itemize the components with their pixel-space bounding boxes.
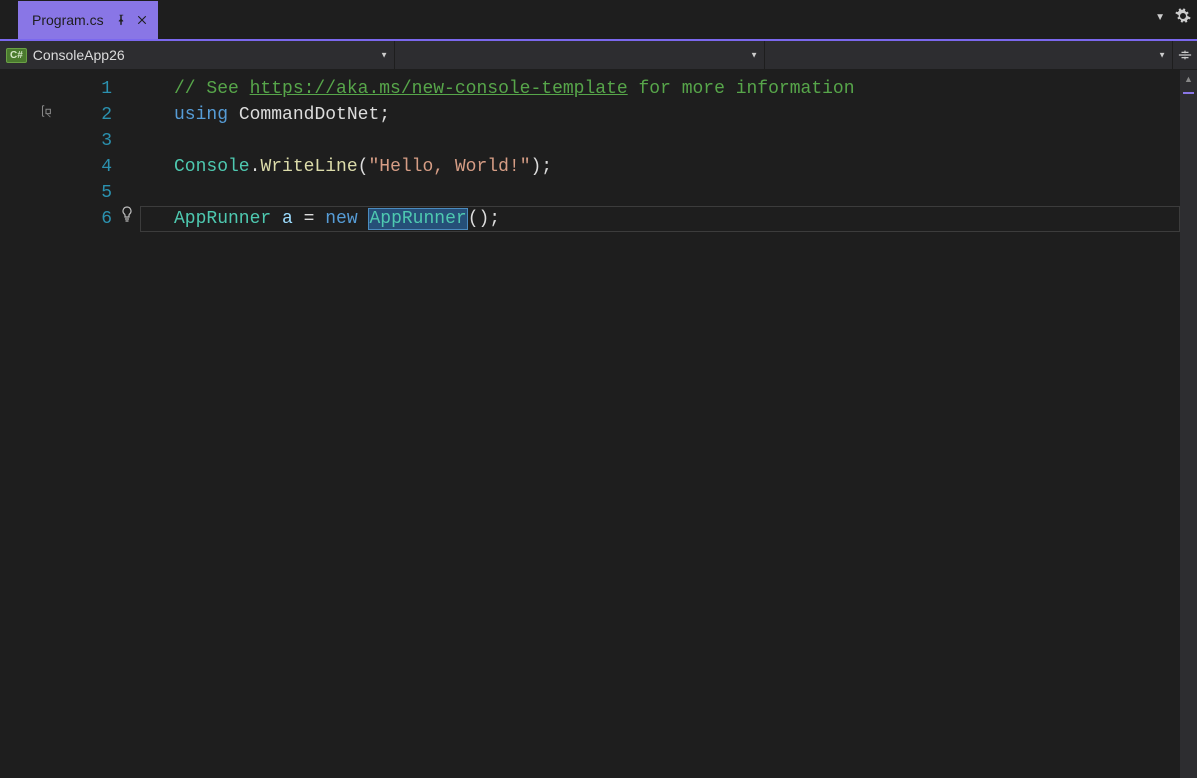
tok-type-selected: AppRunner (368, 208, 467, 230)
scope-label: ConsoleApp26 (33, 47, 125, 63)
tok-space (271, 209, 282, 229)
type-dropdown[interactable]: ▼ (395, 41, 765, 69)
tok-url[interactable]: https://aka.ms/new-console-template (250, 79, 628, 99)
csharp-badge-icon: C# (6, 48, 27, 63)
outline-gutter (0, 70, 36, 778)
tok-punct: (); (468, 209, 500, 229)
tok-op: = (293, 209, 325, 229)
tab-bar: Program.cs ▼ (0, 0, 1197, 41)
quick-action-gutter (118, 70, 140, 778)
tok-comment: for more information (628, 79, 855, 99)
tok-punct: ; (379, 105, 390, 125)
tab-bar-right: ▼ (1155, 8, 1191, 27)
vertical-scrollbar[interactable]: ▲ (1180, 70, 1197, 778)
line-number-gutter: 1 2 3 4 5 6 (36, 70, 118, 778)
editor[interactable]: 1 2 3 4 5 6 // See https://aka.ms/new-co… (0, 70, 1197, 778)
tok-space (228, 105, 239, 125)
code-line[interactable] (140, 180, 1180, 206)
scroll-up-icon[interactable]: ▲ (1180, 70, 1197, 87)
tok-keyword: using (174, 105, 228, 125)
navigation-bar: C# ConsoleApp26 ▼ ▼ ▼ (0, 41, 1197, 70)
chevron-down-icon: ▼ (380, 51, 388, 60)
caret-position-marker (1183, 92, 1194, 94)
tok-space (358, 209, 369, 229)
gear-icon[interactable] (1175, 8, 1191, 27)
tok-type: Console (174, 157, 250, 177)
code-line[interactable]: // See https://aka.ms/new-console-templa… (140, 76, 1180, 102)
chevron-down-icon: ▼ (1158, 51, 1166, 60)
code-line-active[interactable]: AppRunner a = new AppRunner(); (140, 206, 1180, 232)
tok-keyword: new (325, 209, 357, 229)
document-tab-label: Program.cs (32, 12, 104, 28)
active-files-dropdown-icon[interactable]: ▼ (1155, 12, 1165, 23)
pin-icon[interactable] (114, 13, 128, 27)
tok-namespace: CommandDotNet (239, 105, 379, 125)
tok-punct: ( (358, 157, 369, 177)
lightbulb-icon[interactable] (119, 206, 135, 225)
code-line[interactable] (140, 128, 1180, 154)
code-area[interactable]: // See https://aka.ms/new-console-templa… (140, 70, 1180, 778)
code-line[interactable]: Console.WriteLine("Hello, World!"); (140, 154, 1180, 180)
scope-dropdown[interactable]: C# ConsoleApp26 ▼ (0, 41, 395, 69)
line-number: 3 (36, 128, 118, 154)
member-dropdown[interactable]: ▼ (765, 41, 1173, 69)
tok-comment: // See (174, 79, 250, 99)
tok-punct: . (250, 157, 261, 177)
code-line[interactable]: using CommandDotNet; (140, 102, 1180, 128)
line-number: 5 (36, 180, 118, 206)
tok-type: AppRunner (174, 209, 271, 229)
code-structure-icon[interactable] (39, 104, 53, 121)
line-number: 1 (36, 76, 118, 102)
line-number: 6 (36, 206, 118, 232)
document-tab[interactable]: Program.cs (18, 1, 158, 39)
tok-punct: ); (531, 157, 553, 177)
split-window-icon[interactable] (1173, 41, 1197, 69)
line-number: 4 (36, 154, 118, 180)
close-icon[interactable] (134, 12, 150, 28)
tok-local: a (282, 209, 293, 229)
chevron-down-icon: ▼ (750, 51, 758, 60)
tok-string: "Hello, World!" (368, 157, 530, 177)
tok-method: WriteLine (260, 157, 357, 177)
